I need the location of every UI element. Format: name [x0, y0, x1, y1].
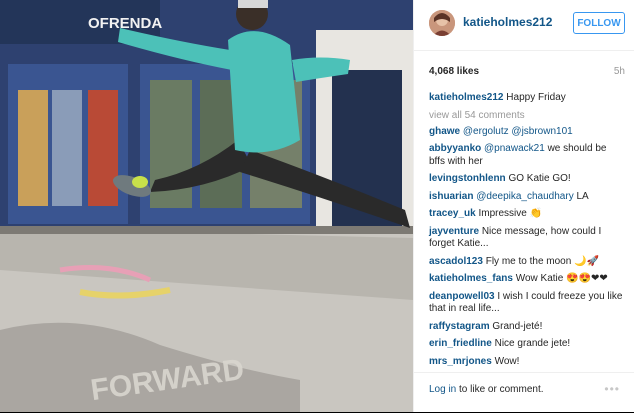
login-link[interactable]: Log in: [429, 384, 456, 395]
login-prompt: Log in to like or comment.: [429, 384, 544, 395]
comment-item: levingstonhlenn GO Katie GO!: [429, 173, 625, 186]
instagram-post-view: OFRENDA FORWARD katieholmes212 FOLLOW 4,…: [0, 0, 634, 412]
comment-username[interactable]: ghawe: [429, 126, 460, 137]
comment-username[interactable]: jayventure: [429, 226, 479, 237]
comments-list: katieholmes212 Happy Friday view all 54 …: [429, 92, 625, 373]
post-photo-illustration: OFRENDA FORWARD: [0, 0, 413, 412]
comment-username[interactable]: mrs_mrjones: [429, 356, 492, 367]
follow-button[interactable]: FOLLOW: [573, 12, 625, 34]
comment-text: LA: [576, 190, 589, 202]
comment-text: Grand-jeté!: [492, 320, 543, 332]
post-footer: Log in to like or comment. •••: [414, 372, 634, 413]
comment-item: katieholmes_fans Wow Katie 😍😍❤❤: [429, 273, 625, 286]
comment-item: mrs_mrjones Wow!: [429, 356, 625, 369]
comment-username[interactable]: abbyyanko: [429, 143, 481, 154]
likes-count[interactable]: 4,068 likes: [429, 66, 479, 77]
comment-item: erin_friedline Nice grande jete!: [429, 338, 625, 351]
comment-item: ascadol123 Fly me to the moon 🌙🚀: [429, 256, 625, 269]
comment-mention[interactable]: @pnawack21: [484, 143, 545, 154]
comment-item: deanpowell03 I wish I could freeze you l…: [429, 291, 625, 316]
comment-item: ghawe @ergolutz @jsbrown101: [429, 126, 625, 139]
post-timestamp[interactable]: 5h: [614, 66, 625, 77]
comment-text: Wow!: [494, 355, 520, 367]
comment-mention[interactable]: @deepika_chaudhary: [476, 191, 573, 202]
avatar-image: [429, 10, 455, 36]
comment-item: jayventure Nice message, how could I for…: [429, 226, 625, 251]
comment-username[interactable]: tracey_uk: [429, 208, 476, 219]
comment-item: raffystagram Grand-jeté!: [429, 321, 625, 334]
comment-text: Wow Katie 😍😍❤❤: [515, 273, 608, 284]
comment-username[interactable]: raffystagram: [429, 321, 490, 332]
more-options-icon[interactable]: •••: [604, 382, 620, 396]
view-all-comments-link[interactable]: view all 54 comments: [429, 110, 625, 121]
comment-username[interactable]: erin_friedline: [429, 338, 492, 349]
post-stats: 4,068 likes 5h: [429, 66, 625, 80]
comment-text: Nice grande jete!: [494, 338, 571, 349]
post-author-username[interactable]: katieholmes212: [463, 15, 552, 29]
comment-username[interactable]: levingstonhlenn: [429, 173, 506, 184]
post-header: katieholmes212 FOLLOW: [414, 0, 634, 51]
comment-text: Fly me to the moon 🌙🚀: [485, 255, 599, 267]
comment-item: ishuarian @deepika_chaudhary LA: [429, 191, 625, 204]
comment-text: GO Katie GO!: [508, 173, 571, 184]
post-sidebar: katieholmes212 FOLLOW 4,068 likes 5h kat…: [413, 0, 634, 412]
comment-username[interactable]: deanpowell03: [429, 291, 495, 302]
comment-item: tracey_uk Impressive 👏: [429, 208, 625, 221]
comment-mention[interactable]: @ergolutz @jsbrown101: [463, 126, 573, 137]
comment-text: Impressive 👏: [478, 208, 543, 219]
post-photo[interactable]: OFRENDA FORWARD: [0, 0, 413, 412]
caption: katieholmes212 Happy Friday: [429, 92, 625, 105]
login-prompt-text: to like or comment.: [456, 384, 544, 395]
avatar[interactable]: [429, 10, 455, 36]
caption-username[interactable]: katieholmes212: [429, 92, 504, 103]
comment-username[interactable]: ascadol123: [429, 256, 483, 267]
comment-username[interactable]: ishuarian: [429, 191, 473, 202]
caption-text: Happy Friday: [506, 92, 566, 103]
comment-username[interactable]: katieholmes_fans: [429, 273, 513, 284]
comment-item: abbyyanko @pnawack21 we should be bffs w…: [429, 143, 625, 168]
